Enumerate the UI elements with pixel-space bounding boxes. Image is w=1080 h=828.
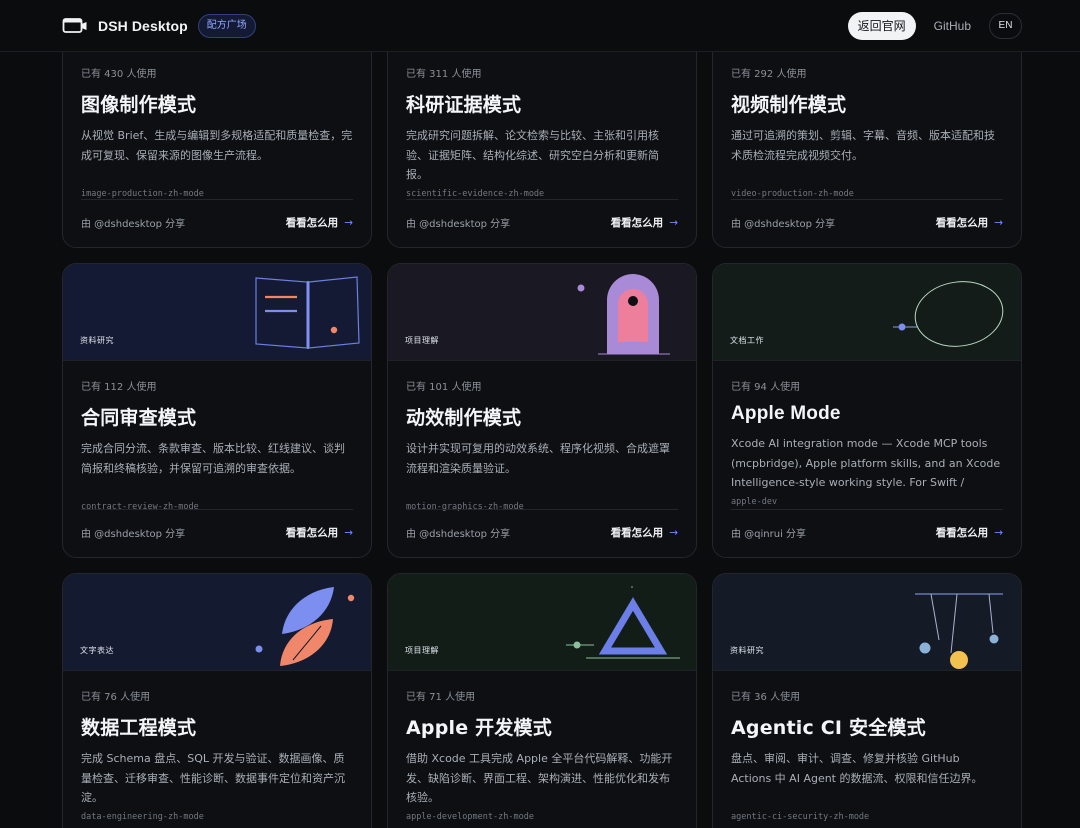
card-description: 设计并实现可复用的动效系统、程序化视频、合成遮罩流程和渲染质量验证。 <box>406 442 670 475</box>
card-title: 动效制作模式 <box>406 407 522 429</box>
card-cover: 文字表达 <box>63 574 371 671</box>
usage-count: 已有 36 人使用 <box>731 692 801 703</box>
card-author[interactable]: 由 @qinrui 分享 <box>731 525 806 540</box>
card-description: 通过可追溯的策划、剪辑、字幕、音频、版本适配和技术质检流程完成视频交付。 <box>731 129 995 162</box>
how-to-use-link[interactable]: 看看怎么用 → <box>611 215 678 230</box>
how-to-use-label: 看看怎么用 <box>610 217 664 229</box>
card-divider <box>731 199 1003 200</box>
recipe-card[interactable]: 文档工作 已有 94 人使用 Apple Mode Xcode AI integ… <box>712 263 1022 558</box>
card-cover: 资料研究 <box>713 574 1021 671</box>
card-cover: 文档工作 <box>713 264 1021 361</box>
arrow-right-icon: → <box>994 217 1003 229</box>
recipe-square-badge[interactable]: 配方广场 <box>197 14 256 38</box>
how-to-use-link[interactable]: 看看怎么用 → <box>286 215 353 230</box>
leaves-illustration <box>255 587 355 666</box>
usage-count: 已有 76 人使用 <box>81 692 151 703</box>
how-to-use-label: 看看怎么用 <box>935 217 989 229</box>
card-divider <box>81 509 353 510</box>
how-to-use-label: 看看怎么用 <box>610 527 664 539</box>
card-slug: video-production-zh-mode <box>731 189 854 199</box>
arch-door-illustration <box>577 274 670 355</box>
card-title: 视频制作模式 <box>731 94 847 116</box>
cover-category-tag: 资料研究 <box>730 646 764 655</box>
usage-count: 已有 94 人使用 <box>731 382 801 393</box>
brand[interactable]: DSH Desktop 配方广场 <box>62 14 256 38</box>
recipe-card[interactable]: 资料研究 已有 36 人使用 Agentic CI 安全模式 盘点、审阅、审计、… <box>712 573 1022 828</box>
card-slug: contract-review-zh-mode <box>81 502 199 512</box>
card-description: Xcode AI integration mode — Xcode MCP to… <box>731 437 1001 489</box>
header-nav: 返回官网 GitHub EN <box>847 12 1022 40</box>
usage-count: 已有 292 人使用 <box>731 69 807 80</box>
card-description: 从视觉 Brief、生成与编辑到多规格适配和质量检查，完成可复现、保留来源的图像… <box>81 129 353 162</box>
card-cover: 项目理解 <box>388 574 696 671</box>
usage-count: 已有 101 人使用 <box>406 382 482 393</box>
card-author[interactable]: 由 @dshdesktop 分享 <box>81 525 185 540</box>
top-navigation-bar: DSH Desktop 配方广场 返回官网 GitHub EN <box>0 0 1080 52</box>
arrow-right-icon: → <box>344 527 353 539</box>
how-to-use-link[interactable]: 看看怎么用 → <box>286 525 353 540</box>
how-to-use-link[interactable]: 看看怎么用 → <box>611 525 678 540</box>
card-cover: 项目理解 <box>388 264 696 361</box>
back-to-website-button[interactable]: 返回官网 <box>847 12 916 40</box>
card-divider <box>406 509 678 510</box>
card-divider <box>81 199 353 200</box>
usage-count: 已有 430 人使用 <box>81 69 157 80</box>
how-to-use-label: 看看怎么用 <box>935 527 989 539</box>
triangle-illustration <box>566 586 680 659</box>
recipe-card[interactable]: 文字表达 已有 76 人使用 数据工程模式 完成 Schema 盘点、SQL 开… <box>62 573 372 828</box>
recipe-card[interactable]: 资料研究 已有 112 人使用 合同审查模式 完成合同分流、条款审查、版本比较、… <box>62 263 372 558</box>
card-author[interactable]: 由 @dshdesktop 分享 <box>81 215 185 230</box>
card-cover: 资料研究 <box>63 264 371 361</box>
cover-category-tag: 项目理解 <box>405 336 439 345</box>
usage-count: 已有 71 人使用 <box>406 692 476 703</box>
recipe-card[interactable]: 项目理解 已有 71 人使用 Apple 开发模式 借助 Xcode 工具完成 … <box>387 573 697 828</box>
card-divider <box>406 199 678 200</box>
card-title: 图像制作模式 <box>81 94 197 116</box>
card-slug: image-production-zh-mode <box>81 189 204 199</box>
card-divider <box>731 509 1003 510</box>
arrow-right-icon: → <box>344 217 353 229</box>
card-description: 完成合同分流、条款审查、版本比较、红线建议、谈判简报和终稿核验，并保留可追溯的审… <box>81 442 345 475</box>
card-description: 借助 Xcode 工具完成 Apple 全平台代码解释、功能开发、缺陷诊断、界面… <box>406 752 673 804</box>
how-to-use-label: 看看怎么用 <box>285 527 339 539</box>
recipe-card[interactable]: 项目理解 已有 101 人使用 动效制作模式 设计并实现可复用的动效系统、程序化… <box>387 263 697 558</box>
cover-category-tag: 文档工作 <box>730 336 764 345</box>
card-title: Apple 开发模式 <box>406 717 552 739</box>
card-title: 数据工程模式 <box>81 717 197 739</box>
card-author[interactable]: 由 @dshdesktop 分享 <box>731 215 835 230</box>
card-title: 合同审查模式 <box>81 407 197 429</box>
how-to-use-link[interactable]: 看看怎么用 → <box>936 525 1003 540</box>
card-author[interactable]: 由 @dshdesktop 分享 <box>406 215 510 230</box>
arrow-right-icon: → <box>669 217 678 229</box>
cover-category-tag: 文字表达 <box>80 646 114 655</box>
card-slug: apple-development-zh-mode <box>406 812 534 822</box>
cover-category-tag: 项目理解 <box>405 646 439 655</box>
usage-count: 已有 311 人使用 <box>406 69 482 80</box>
open-book-illustration <box>255 276 360 349</box>
how-to-use-label: 看看怎么用 <box>285 217 339 229</box>
card-title: Apple Mode <box>731 403 841 424</box>
card-title: 科研证据模式 <box>406 94 522 116</box>
how-to-use-link[interactable]: 看看怎么用 → <box>936 215 1003 230</box>
arrow-right-icon: → <box>669 527 678 539</box>
pendulum-illustration <box>915 593 1003 669</box>
card-slug: data-engineering-zh-mode <box>81 812 204 822</box>
card-slug: agentic-ci-security-zh-mode <box>731 812 870 822</box>
card-author[interactable]: 由 @dshdesktop 分享 <box>406 525 510 540</box>
usage-count: 已有 112 人使用 <box>81 382 157 393</box>
language-toggle-button[interactable]: EN <box>989 13 1022 39</box>
brand-name: DSH Desktop <box>98 18 188 34</box>
github-link[interactable]: GitHub <box>934 19 971 33</box>
card-slug: apple-dev <box>731 497 778 507</box>
cover-category-tag: 资料研究 <box>80 336 114 345</box>
brand-logo-icon <box>62 16 88 36</box>
crescent-moon-illustration <box>893 281 1004 347</box>
card-slug: motion-graphics-zh-mode <box>406 502 524 512</box>
card-description: 盘点、审阅、审计、调查、修复并核验 GitHub Actions 中 AI Ag… <box>731 752 983 785</box>
arrow-right-icon: → <box>994 527 1003 539</box>
card-description: 完成 Schema 盘点、SQL 开发与验证、数据画像、质量检查、迁移审查、性能… <box>81 752 345 804</box>
card-title: Agentic CI 安全模式 <box>731 717 926 739</box>
card-slug: scientific-evidence-zh-mode <box>406 189 545 199</box>
card-description: 完成研究问题拆解、论文检索与比较、主张和引用核验、证据矩阵、结构化综述、研究空白… <box>406 129 659 181</box>
